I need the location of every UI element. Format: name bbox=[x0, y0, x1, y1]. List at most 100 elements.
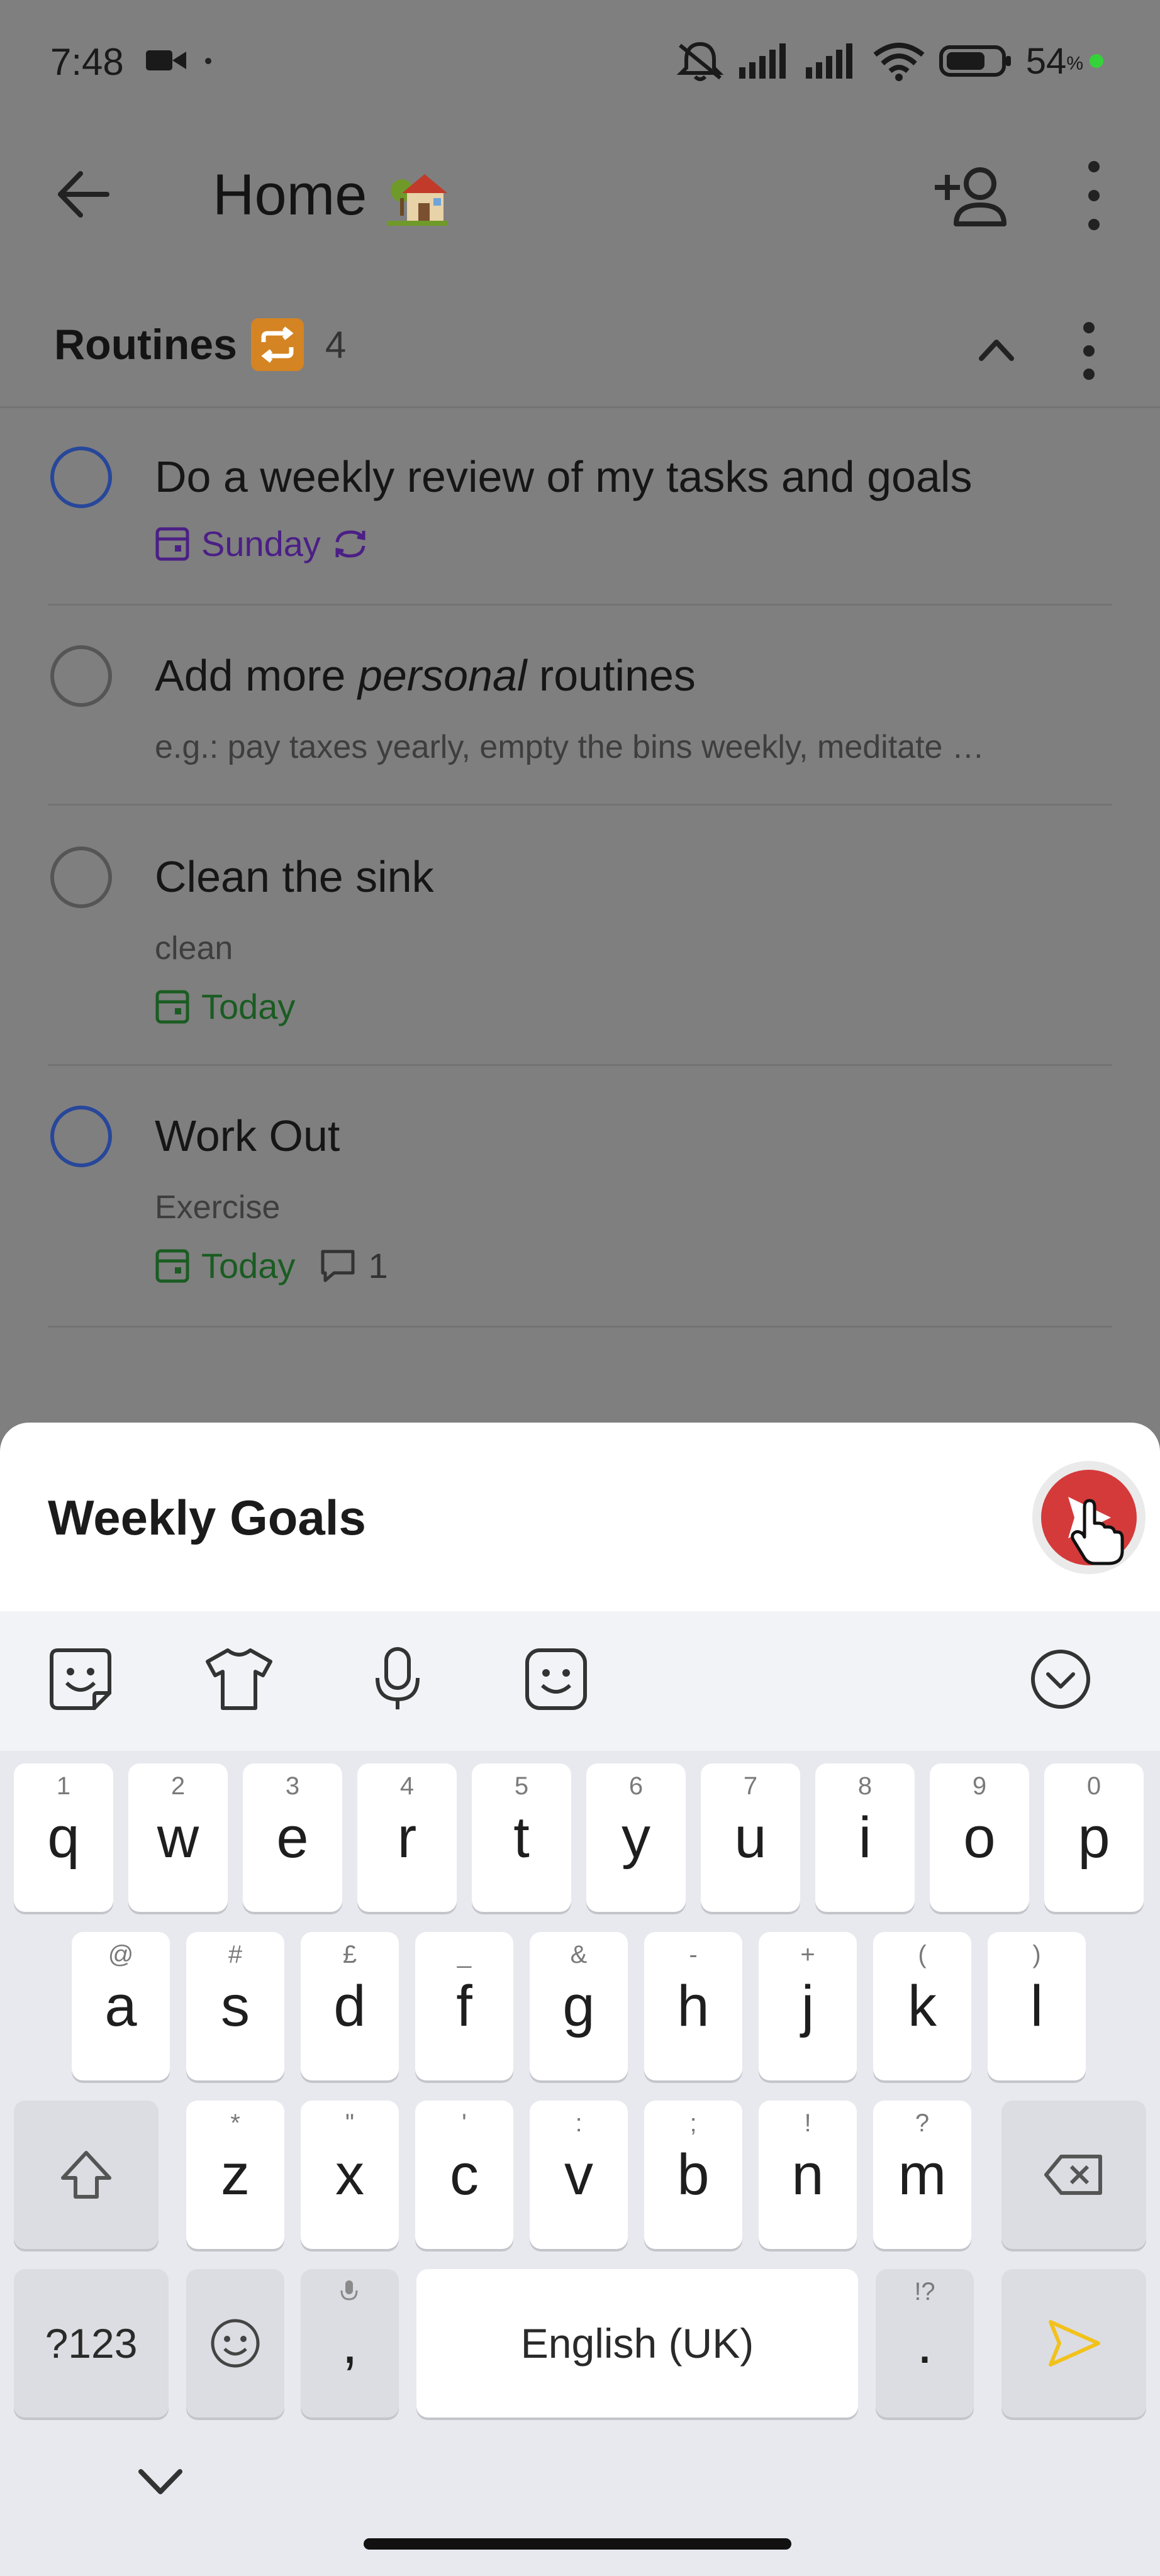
key-t[interactable]: 5t bbox=[472, 1763, 571, 1912]
key-v[interactable]: :v bbox=[530, 2101, 628, 2249]
more-options-icon[interactable] bbox=[1085, 161, 1103, 230]
top-app-bar: Home bbox=[0, 126, 1160, 264]
status-bar: 7:48 54% bbox=[0, 0, 1160, 126]
nav-chevron-down-icon[interactable] bbox=[132, 2453, 189, 2509]
key-p[interactable]: 0p bbox=[1044, 1763, 1144, 1912]
status-time: 7:48 bbox=[50, 41, 124, 83]
key-a[interactable]: @ a bbox=[72, 1932, 170, 2080]
key-m[interactable]: ? m bbox=[873, 2101, 971, 2249]
task-due: Today 1 bbox=[155, 1245, 388, 1286]
add-person-icon[interactable] bbox=[931, 161, 1007, 230]
home-indicator[interactable] bbox=[364, 2538, 791, 2550]
key-k[interactable]: (k bbox=[873, 1932, 971, 2080]
shift-arrow-icon bbox=[61, 2151, 111, 2199]
key-u[interactable]: 7u bbox=[701, 1763, 800, 1912]
section-title: Routines 4 bbox=[54, 318, 346, 371]
privacy-indicator-dot bbox=[1090, 54, 1103, 68]
back-arrow-icon[interactable] bbox=[54, 166, 111, 223]
task-checkbox[interactable] bbox=[50, 1106, 112, 1167]
smiley-icon bbox=[211, 2319, 260, 2368]
key-b[interactable]: ; b bbox=[644, 2101, 742, 2249]
task-due: Sunday bbox=[155, 523, 369, 564]
mic-hint-icon bbox=[340, 2280, 358, 2301]
app-background: 7:48 54% Home Routines 4 Do a weekly rev… bbox=[0, 0, 1160, 1421]
symbols-key[interactable]: ?123 bbox=[14, 2269, 169, 2418]
task-checkbox[interactable] bbox=[50, 847, 112, 908]
section-more-options-icon[interactable] bbox=[1079, 322, 1098, 380]
on-screen-keyboard: 1q 2w 3e 4r 5t 6y 7u 8i 9o 0p @ a # s £ d _… bbox=[0, 1611, 1160, 2576]
signal-icon-2 bbox=[805, 43, 852, 79]
task-due-text: Today bbox=[201, 987, 296, 1026]
task-description: e.g.: pay taxes yearly, empty the bins w… bbox=[155, 729, 984, 765]
collapse-chevron-icon[interactable] bbox=[974, 327, 1019, 372]
key-h[interactable]: -h bbox=[644, 1932, 742, 2080]
task-description: clean bbox=[155, 930, 233, 967]
wifi-icon bbox=[873, 43, 925, 81]
task-due-text: Sunday bbox=[201, 524, 321, 564]
emoji-kaomoji-icon[interactable] bbox=[520, 1643, 593, 1716]
recurring-icon bbox=[335, 530, 365, 558]
send-arrow-icon bbox=[1049, 2320, 1100, 2367]
task-item[interactable]: Work Out Exercise Today 1 bbox=[0, 1065, 1160, 1328]
task-name-input[interactable]: Weekly Goals bbox=[48, 1489, 366, 1546]
comment-count: 1 bbox=[368, 1246, 388, 1285]
status-icons: 54% bbox=[675, 39, 1103, 83]
section-count: 4 bbox=[325, 323, 347, 366]
emoji-key[interactable] bbox=[186, 2269, 284, 2418]
key-x[interactable]: " x bbox=[301, 2101, 399, 2249]
microphone-icon[interactable] bbox=[361, 1643, 434, 1716]
key-w[interactable]: 2w bbox=[128, 1763, 228, 1912]
task-due: Today bbox=[155, 986, 295, 1027]
task-due-text: Today bbox=[201, 1246, 296, 1285]
submit-task-button[interactable] bbox=[1029, 1458, 1149, 1577]
key-d[interactable]: £ d bbox=[301, 1932, 399, 2080]
page-title: Home bbox=[213, 162, 449, 228]
task-title: Work Out bbox=[155, 1111, 340, 1160]
backspace-icon bbox=[1044, 2155, 1102, 2195]
key-c[interactable]: ' c bbox=[415, 2101, 513, 2249]
key-q[interactable]: 1q bbox=[14, 1763, 113, 1912]
theme-shirt-icon[interactable] bbox=[203, 1643, 276, 1716]
key-s[interactable]: # s bbox=[186, 1932, 284, 2080]
key-g[interactable]: & g bbox=[530, 1932, 628, 2080]
key-e[interactable]: 3e bbox=[243, 1763, 342, 1912]
backspace-key[interactable] bbox=[1001, 2101, 1146, 2249]
key-y[interactable]: 6y bbox=[586, 1763, 686, 1912]
repeat-emoji-icon bbox=[250, 318, 304, 371]
battery-icon bbox=[939, 45, 1011, 77]
task-item[interactable]: Do a weekly review of my tasks and goals… bbox=[0, 408, 1160, 606]
key-f[interactable]: _ f bbox=[415, 1932, 513, 2080]
comma-key[interactable]: , bbox=[301, 2269, 399, 2418]
keyboard-toolbar bbox=[0, 1611, 1160, 1751]
bell-muted-icon bbox=[676, 42, 724, 81]
key-n[interactable]: ! n bbox=[759, 2101, 857, 2249]
video-camera-icon bbox=[146, 50, 186, 70]
task-title: Do a weekly review of my tasks and goals bbox=[155, 452, 973, 501]
period-key[interactable]: !?. bbox=[876, 2269, 974, 2418]
task-checkbox[interactable] bbox=[50, 447, 112, 508]
house-emoji-icon bbox=[387, 174, 448, 226]
calendar-icon bbox=[155, 990, 189, 1023]
key-r[interactable]: 4r bbox=[357, 1763, 457, 1912]
task-checkbox[interactable] bbox=[50, 645, 112, 707]
enter-key[interactable] bbox=[1001, 2269, 1146, 2418]
key-o[interactable]: 9o bbox=[930, 1763, 1029, 1912]
notification-dot bbox=[205, 58, 211, 64]
sticker-icon[interactable] bbox=[44, 1643, 117, 1716]
section-header-routines: Routines 4 bbox=[0, 296, 1160, 408]
key-j[interactable]: + j bbox=[759, 1932, 857, 2080]
task-title: Clean the sink bbox=[155, 852, 434, 901]
task-item[interactable]: Clean the sink clean Today bbox=[0, 806, 1160, 1066]
battery-level: 54% bbox=[1025, 40, 1083, 82]
key-l[interactable]: ) l bbox=[988, 1932, 1086, 2080]
page-title-text: Home bbox=[213, 163, 367, 227]
space-key[interactable]: English (UK) bbox=[416, 2269, 858, 2418]
task-item[interactable]: Add more personal routines e.g.: pay tax… bbox=[0, 606, 1160, 806]
comment-icon bbox=[321, 1250, 355, 1282]
key-i[interactable]: 8i bbox=[815, 1763, 915, 1912]
calendar-icon bbox=[155, 1249, 189, 1282]
key-z[interactable]: * z bbox=[186, 2101, 284, 2249]
hide-keyboard-icon[interactable] bbox=[1024, 1643, 1097, 1716]
shift-key[interactable] bbox=[14, 2101, 159, 2249]
calendar-icon bbox=[155, 527, 189, 560]
